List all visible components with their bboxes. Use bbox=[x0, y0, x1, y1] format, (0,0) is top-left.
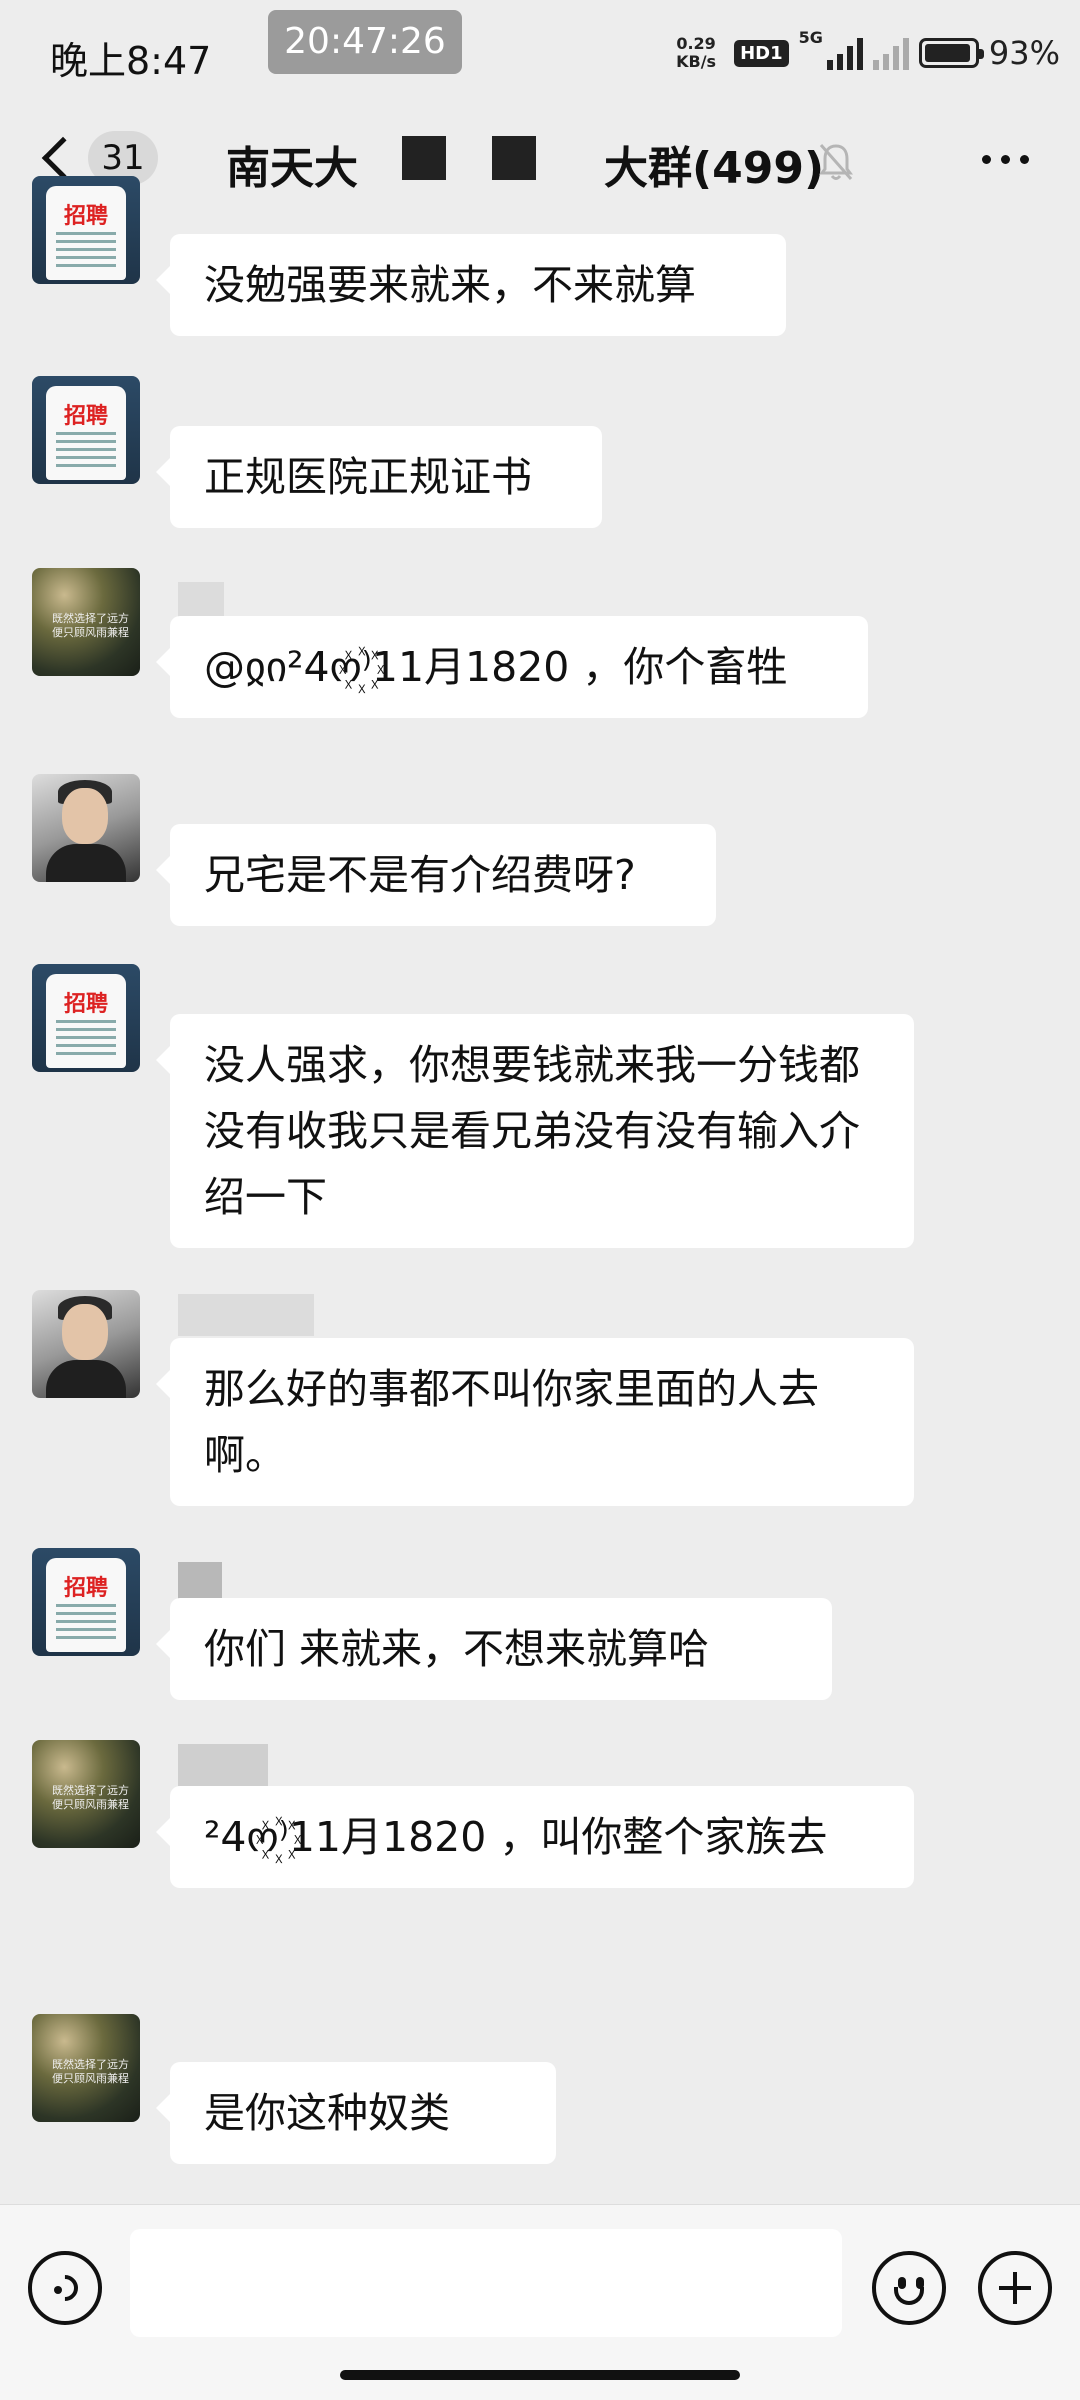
avatar[interactable]: 既然选择了远方 便只顾风雨兼程 bbox=[32, 1740, 140, 1848]
signal-strength-icon bbox=[826, 36, 863, 70]
emoji-button[interactable] bbox=[872, 2251, 946, 2325]
battery-percent: 93% bbox=[988, 34, 1060, 72]
more-options-button[interactable] bbox=[970, 144, 1040, 174]
home-indicator[interactable] bbox=[340, 2370, 740, 2380]
message-bubble[interactable]: 没人强求，你想要钱就来我一分钱都没有收我只是看兄弟没有没有输入介绍一下 bbox=[156, 1014, 914, 1248]
battery-icon bbox=[918, 38, 984, 68]
sender-name-blurred bbox=[178, 1744, 268, 1786]
redacted-block bbox=[402, 136, 446, 180]
plus-button[interactable] bbox=[978, 2251, 1052, 2325]
message-bubble[interactable]: ²4ო꙰⁾11月1820 ，叫你整个家族去 bbox=[156, 1786, 914, 1888]
chevron-left-icon bbox=[41, 136, 85, 180]
voice-button[interactable] bbox=[28, 2251, 102, 2325]
chat-title[interactable]: 南天大 bbox=[226, 132, 358, 196]
avatar[interactable] bbox=[32, 1290, 140, 1398]
chat-title-left: 南天大 bbox=[226, 143, 358, 194]
dot bbox=[1000, 154, 1010, 164]
message-bubble[interactable]: 你们 来就来，不想来就算哈 bbox=[156, 1598, 832, 1700]
chat-header: 31 南天大 大群(499) bbox=[0, 104, 1080, 214]
status-indicators: 0.29 KB/s HD1 5G 93% bbox=[668, 28, 1060, 78]
net-speed-unit: KB/s bbox=[676, 52, 717, 71]
avatar[interactable]: 招聘 bbox=[32, 176, 140, 284]
message-input[interactable] bbox=[130, 2229, 842, 2337]
signal-strength-secondary-icon bbox=[872, 36, 909, 70]
avatar[interactable]: 招聘 bbox=[32, 376, 140, 484]
voice-wave bbox=[46, 2269, 84, 2307]
dot bbox=[1019, 154, 1029, 164]
status-time: 晚上8:47 bbox=[50, 39, 212, 83]
net-speed-value: 0.29 bbox=[676, 34, 716, 53]
status-bar: 晚上8:47 20:47:26 0.29 KB/s HD1 5G 93% bbox=[0, 0, 1080, 104]
redacted-block bbox=[492, 136, 536, 180]
avatar[interactable]: 既然选择了远方 便只顾风雨兼程 bbox=[32, 568, 140, 676]
sender-name-blurred bbox=[178, 1294, 314, 1336]
message-bubble[interactable]: 没勉强要来就来，不来就算 bbox=[156, 234, 786, 336]
avatar[interactable]: 既然选择了远方 便只顾风雨兼程 bbox=[32, 2014, 140, 2122]
emoji-mouth bbox=[894, 2287, 924, 2305]
chat-title-right: 大群(499) bbox=[604, 143, 825, 194]
more-horizontal-icon bbox=[981, 154, 991, 164]
avatar[interactable] bbox=[32, 774, 140, 882]
avatar[interactable]: 招聘 bbox=[32, 964, 140, 1072]
avatar[interactable]: 招聘 bbox=[32, 1548, 140, 1656]
message-bubble[interactable]: @ჲი²4ო꙰⁾11月1820 ，你个畜牲 bbox=[156, 616, 868, 718]
bell-muted-icon bbox=[819, 144, 853, 180]
message-bubble[interactable]: 那么好的事都不叫你家里面的人去啊。 bbox=[156, 1338, 914, 1506]
screen-record-timer: 20:47:26 bbox=[268, 10, 462, 74]
net-speed: 0.29 KB/s bbox=[668, 35, 724, 71]
message-bubble[interactable]: 是你这种奴类 bbox=[156, 2062, 556, 2164]
message-bubble[interactable]: 正规医院正规证书 bbox=[156, 426, 602, 528]
network-type: 5G bbox=[798, 28, 823, 47]
hd-badge: HD1 bbox=[734, 39, 789, 67]
message-bubble[interactable]: 兄宅是不是有介绍费呀? bbox=[156, 824, 716, 926]
